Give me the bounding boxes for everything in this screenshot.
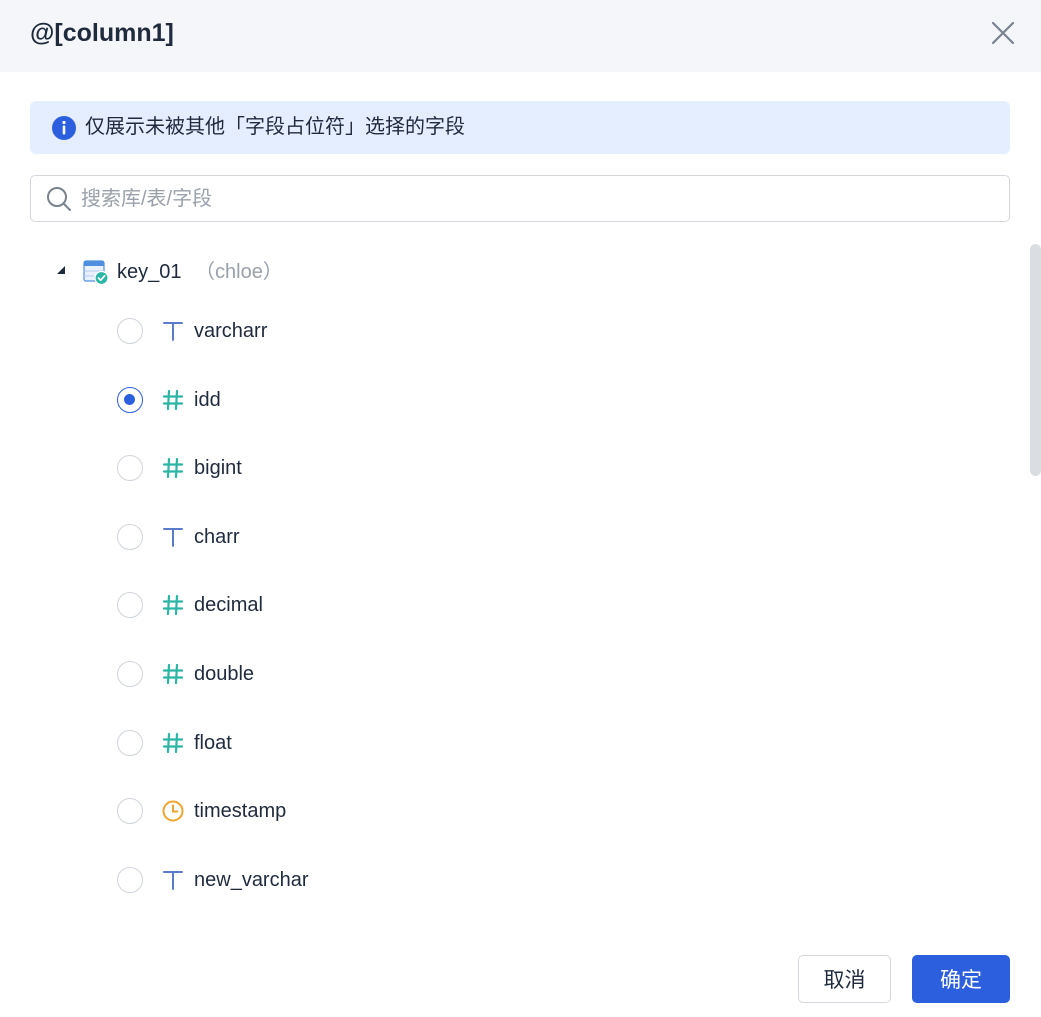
dialog-title: @[column1]	[30, 19, 174, 47]
field-row[interactable]: varcharr	[0, 304, 1000, 360]
search-input[interactable]	[79, 176, 983, 223]
text-type-icon	[161, 319, 185, 343]
field-row[interactable]: decimal	[0, 578, 1000, 634]
field-label: varcharr	[194, 320, 268, 342]
table-owner: （chloe）	[195, 261, 283, 283]
field-label: charr	[194, 526, 240, 548]
text-type-icon	[161, 525, 185, 549]
field-row[interactable]: new_varchar	[0, 853, 1000, 909]
dialog-header: @[column1]	[0, 0, 1041, 72]
field-row[interactable]: bigint	[0, 441, 1000, 497]
info-icon	[52, 116, 76, 140]
table-check-icon	[83, 260, 109, 285]
field-label: timestamp	[194, 800, 287, 822]
field-label: double	[194, 663, 255, 685]
field-label: bigint	[194, 457, 242, 479]
time-type-icon	[161, 799, 185, 823]
field-row[interactable]: timestamp	[0, 784, 1000, 840]
number-type-icon	[161, 593, 185, 617]
number-type-icon	[161, 731, 185, 755]
search-icon	[47, 187, 71, 211]
field-row[interactable]: float	[0, 716, 1000, 772]
close-icon[interactable]	[986, 16, 1020, 50]
field-radio[interactable]	[117, 524, 143, 550]
field-radio[interactable]	[117, 867, 143, 893]
tree-node-table[interactable]: key_01 （chloe）	[0, 248, 1000, 294]
table-name: key_01	[117, 261, 182, 283]
number-type-icon	[161, 662, 185, 686]
caret-expanded-icon[interactable]	[55, 264, 67, 276]
field-label: decimal	[194, 594, 263, 616]
scrollbar-thumb[interactable]	[1030, 244, 1041, 476]
info-notice: 仅展示未被其他「字段占位符」选择的字段	[30, 101, 1010, 154]
field-radio[interactable]	[117, 455, 143, 481]
field-radio[interactable]	[117, 798, 143, 824]
number-type-icon	[161, 456, 185, 480]
cancel-button[interactable]: 取消	[798, 955, 891, 1003]
notice-text: 仅展示未被其他「字段占位符」选择的字段	[85, 116, 465, 138]
field-row[interactable]: double	[0, 647, 1000, 703]
field-label: new_varchar	[194, 869, 309, 891]
field-radio[interactable]	[117, 661, 143, 687]
field-row[interactable]: idd	[0, 373, 1000, 429]
confirm-button[interactable]: 确定	[912, 955, 1010, 1003]
field-radio[interactable]	[117, 730, 143, 756]
field-radio[interactable]	[117, 318, 143, 344]
field-radio[interactable]	[117, 592, 143, 618]
field-label: float	[194, 732, 232, 754]
field-radio[interactable]	[117, 387, 143, 413]
number-type-icon	[161, 388, 185, 412]
field-label: idd	[194, 389, 221, 411]
text-type-icon	[161, 868, 185, 892]
field-row[interactable]: charr	[0, 510, 1000, 566]
search-box[interactable]	[30, 175, 1010, 223]
